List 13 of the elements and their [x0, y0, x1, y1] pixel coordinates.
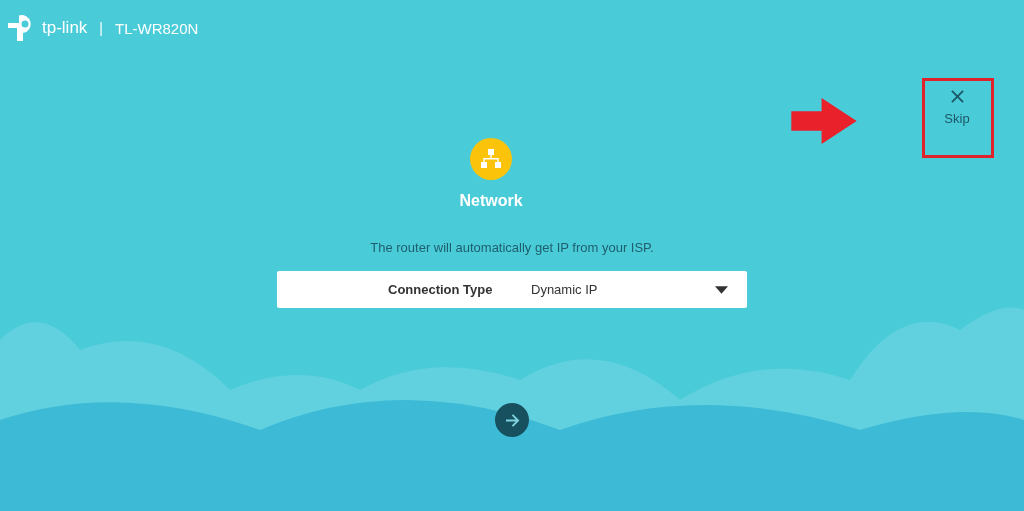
network-icon: [470, 138, 512, 180]
selected-value: Dynamic IP: [531, 282, 599, 297]
separator: |: [99, 20, 103, 36]
field-label: Connection Type: [388, 282, 494, 297]
caret-icon: [715, 285, 728, 294]
model-name: TL-WR820N: [115, 19, 199, 37]
connection-type-dropdown[interactable]: Connection Type Dynamic IP: [277, 271, 747, 308]
step-title: Network: [459, 192, 523, 210]
arrow-icon: [504, 413, 520, 427]
close-icon: [950, 90, 964, 103]
skip-button[interactable]: Skip: [924, 80, 990, 152]
brand-name: tp-link: [42, 18, 88, 38]
description-text: The router will automatically get IP from your ISP.: [370, 240, 654, 255]
